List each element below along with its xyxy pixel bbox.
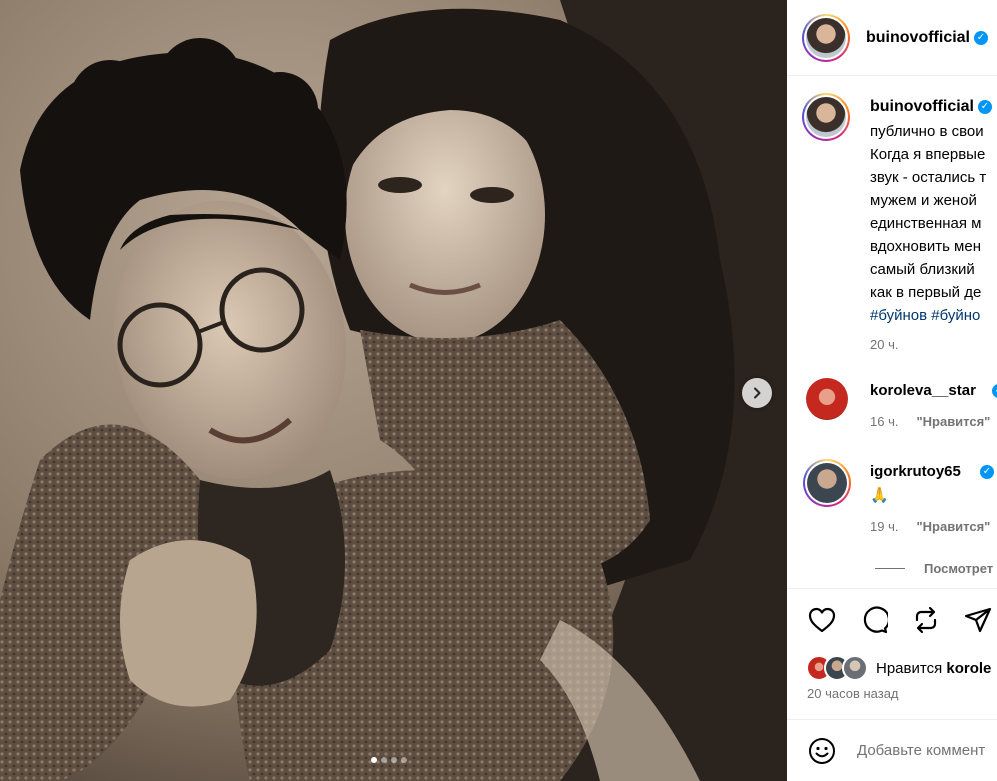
caption-line: публично в свои xyxy=(870,123,984,140)
comment-input[interactable] xyxy=(857,742,997,759)
post-side-panel: buinovofficial ✓ buinovofficial ✓ публичн… xyxy=(787,0,997,781)
caption-hashtags[interactable]: #буйнов #буйно xyxy=(870,304,997,327)
comment-text: 🙏 xyxy=(870,487,889,504)
post-photo xyxy=(0,0,787,781)
actions-divider xyxy=(787,588,997,589)
add-comment-bar xyxy=(787,720,997,781)
likes-text: Нравится korole xyxy=(876,659,992,677)
comment-bubble-icon xyxy=(863,606,888,634)
view-replies-line xyxy=(875,568,905,569)
repost-button[interactable] xyxy=(911,605,941,635)
post-time: 20 часов назад xyxy=(807,686,899,701)
carousel-next-button[interactable] xyxy=(742,378,772,408)
author-avatar[interactable] xyxy=(802,14,850,62)
verified-badge-icon: ✓ xyxy=(980,465,994,479)
caption-line: как в первый де xyxy=(870,284,982,301)
comment-username[interactable]: igorkrutoy65 xyxy=(870,463,961,480)
post-header: buinovofficial ✓ xyxy=(802,13,988,63)
caption-line: единственная м xyxy=(870,215,982,232)
emoji-button[interactable] xyxy=(807,736,837,766)
post-actions xyxy=(807,605,993,635)
verified-badge-icon: ✓ xyxy=(992,384,997,398)
verified-badge-icon: ✓ xyxy=(978,99,992,114)
caption-author-avatar[interactable] xyxy=(802,93,850,141)
author-username[interactable]: buinovofficial xyxy=(866,29,970,47)
like-button[interactable] xyxy=(807,605,837,635)
carousel-dot xyxy=(381,757,387,763)
carousel-dot xyxy=(391,757,397,763)
carousel-dot xyxy=(371,757,377,763)
commenter-avatar[interactable] xyxy=(803,459,851,507)
carousel-dot xyxy=(401,757,407,763)
caption-line: самый близкий xyxy=(870,261,975,278)
likes-summary[interactable]: Нравится korole xyxy=(806,655,991,681)
comment-button[interactable] xyxy=(859,605,889,635)
carousel-indicator xyxy=(371,757,407,763)
view-replies-button[interactable]: Посмотрет xyxy=(924,561,993,576)
caption-line: Когда я впервые xyxy=(870,146,986,163)
repost-icon xyxy=(915,606,937,634)
liker-avatar xyxy=(842,655,868,681)
comment-like-button[interactable]: "Нравится" xyxy=(916,519,990,534)
comment-username[interactable]: koroleva__star xyxy=(870,382,976,399)
caption-text: публично в свои Когда я впервые звук - о… xyxy=(870,120,997,356)
comment-time: 16 ч. xyxy=(870,414,899,429)
chevron-right-icon xyxy=(754,387,761,399)
share-button[interactable] xyxy=(963,605,993,635)
comment-time: 19 ч. xyxy=(870,519,899,534)
heart-icon xyxy=(808,607,836,633)
caption-line: мужем и женой xyxy=(870,192,977,209)
header-divider xyxy=(787,75,997,76)
caption-line: вдохновить мен xyxy=(870,238,981,255)
commenter-avatar[interactable] xyxy=(806,378,848,420)
caption-line: звук - остались т xyxy=(870,169,987,186)
paper-plane-icon xyxy=(964,607,992,633)
smiley-icon xyxy=(809,737,835,764)
liker-username[interactable]: korole xyxy=(946,660,991,677)
caption-time: 20 ч. xyxy=(870,337,899,352)
verified-badge-icon: ✓ xyxy=(974,31,988,45)
comment-like-button[interactable]: "Нравится" xyxy=(916,414,990,429)
post-media[interactable] xyxy=(0,0,787,781)
caption-author-username[interactable]: buinovofficial xyxy=(870,98,974,115)
